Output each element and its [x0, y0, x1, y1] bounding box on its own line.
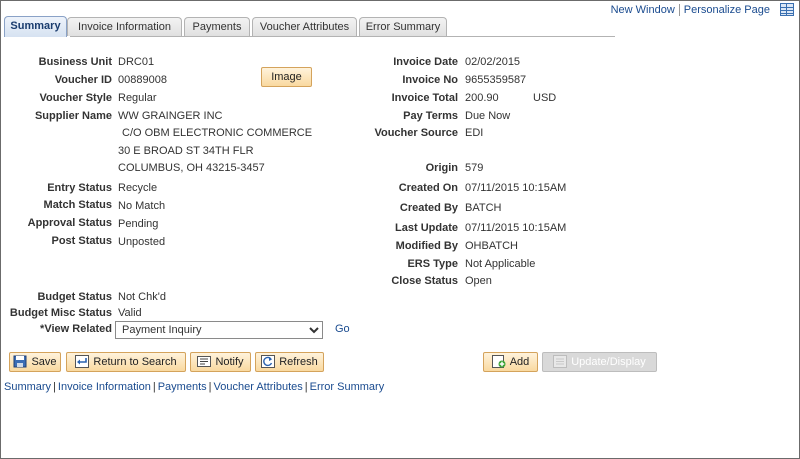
tab-label: Invoice Information	[78, 21, 171, 33]
return-to-search-button[interactable]: Return to Search	[66, 352, 186, 372]
invoice-date-label: Invoice Date	[393, 56, 458, 68]
origin-label: Origin	[425, 162, 458, 174]
modified-by-label: Modified By	[395, 240, 458, 252]
save-label: Save	[31, 356, 57, 368]
invoice-currency: USD	[533, 92, 557, 104]
entry-status-label: Entry Status	[47, 182, 112, 194]
voucher-source-value: EDI	[465, 127, 484, 139]
supplier-address-line: C/O OBM ELECTRONIC COMMERCE	[122, 127, 313, 139]
invoice-date-value: 02/02/2015	[465, 56, 521, 68]
budget-misc-status-label: Budget Misc Status	[9, 307, 112, 319]
budget-status-value: Not Chk'd	[118, 291, 166, 303]
ers-type-label: ERS Type	[407, 258, 458, 270]
tab-error-summary[interactable]: Error Summary	[359, 17, 447, 36]
link-separator	[678, 4, 680, 17]
tab-summary[interactable]: Summary	[4, 16, 67, 37]
footer-links: Summary | Invoice Information | Payments | Vou…	[4, 381, 384, 393]
voucher-id-label: Voucher ID	[54, 74, 112, 86]
budget-misc-status-value: Valid	[118, 307, 142, 319]
notify-label: Notify	[215, 356, 244, 368]
refresh-button[interactable]: Refresh	[255, 352, 324, 372]
header-links: New Window Personalize Page	[611, 4, 770, 17]
update-display-icon	[553, 354, 568, 368]
tab-invoice-information[interactable]: Invoice Information	[67, 17, 182, 36]
close-status-value: Open	[465, 275, 492, 287]
invoice-total-value: 200.90	[465, 92, 499, 104]
footer-link-invoice-information[interactable]: Invoice Information	[58, 381, 151, 393]
last-update-value: 07/11/2015 10:15AM	[465, 222, 567, 234]
refresh-label: Refresh	[279, 356, 318, 368]
add-label: Add	[509, 356, 530, 368]
pay-terms-value: Due Now	[465, 110, 511, 122]
origin-value: 579	[465, 162, 484, 174]
created-by-value: BATCH	[465, 202, 502, 214]
pay-terms-label: Pay Terms	[403, 110, 458, 122]
footer-link-voucher-attributes[interactable]: Voucher Attributes	[214, 381, 303, 393]
view-related-select[interactable]: Payment Inquiry	[115, 321, 323, 339]
supplier-address-line: 30 E BROAD ST 34TH FLR	[118, 145, 254, 157]
voucher-style-label: Voucher Style	[39, 92, 112, 104]
notify-icon	[197, 355, 212, 368]
post-status-value: Unposted	[118, 236, 166, 248]
image-button[interactable]: Image	[261, 67, 312, 87]
save-icon	[13, 355, 27, 368]
new-window-link[interactable]: New Window	[611, 4, 675, 16]
tab-voucher-attributes[interactable]: Voucher Attributes	[252, 17, 357, 36]
supplier-name-value: WW GRAINGER INC	[118, 110, 223, 122]
tab-payments[interactable]: Payments	[184, 17, 250, 36]
invoice-no-label: Invoice No	[402, 74, 458, 86]
footer-link-error-summary[interactable]: Error Summary	[310, 381, 385, 393]
personalize-page-link[interactable]: Personalize Page	[684, 4, 770, 16]
update-display-label: Update/Display	[571, 356, 646, 368]
personalize-grid-icon[interactable]	[780, 3, 794, 16]
modified-by-value: OHBATCH	[465, 240, 518, 252]
tab-underline	[70, 36, 615, 37]
tab-label: Summary	[10, 20, 61, 32]
add-button[interactable]: Add	[483, 352, 538, 372]
business-unit-label: Business Unit	[38, 56, 112, 68]
footer-separator: |	[304, 381, 308, 393]
refresh-icon	[261, 354, 276, 368]
footer-link-payments[interactable]: Payments	[158, 381, 207, 393]
post-status-label: Post Status	[51, 235, 112, 247]
save-button[interactable]: Save	[9, 352, 61, 372]
created-by-label: Created By	[399, 202, 458, 214]
footer-separator: |	[152, 381, 156, 393]
notify-button[interactable]: Notify	[190, 352, 251, 372]
view-related-label: *View Related	[40, 323, 112, 335]
match-status-value: No Match	[118, 200, 166, 212]
voucher-id-value: 00889008	[118, 74, 167, 86]
footer-link-summary[interactable]: Summary	[4, 381, 51, 393]
invoice-no-value: 9655359587	[465, 74, 527, 86]
tab-label: Payments	[192, 21, 242, 33]
go-link[interactable]: Go	[335, 323, 350, 335]
match-status-label: Match Status	[43, 199, 112, 211]
voucher-source-label: Voucher Source	[374, 127, 458, 139]
footer-separator: |	[53, 381, 56, 393]
close-status-label: Close Status	[391, 275, 458, 287]
tab-label: Error Summary	[365, 21, 441, 33]
business-unit-value: DRC01	[118, 56, 155, 68]
created-on-value: 07/11/2015 10:15AM	[465, 182, 567, 194]
footer-separator: |	[208, 381, 212, 393]
entry-status-value: Recycle	[118, 182, 158, 194]
last-update-label: Last Update	[395, 222, 458, 234]
return-to-search-label: Return to Search	[93, 356, 177, 368]
update-display-button[interactable]: Update/Display	[542, 352, 657, 372]
supplier-name-label: Supplier Name	[34, 110, 112, 122]
add-icon	[491, 354, 506, 368]
supplier-address-line: COLUMBUS, OH 43215-3457	[118, 162, 265, 174]
return-arrow-icon	[75, 354, 90, 368]
ers-type-value: Not Applicable	[465, 258, 536, 270]
invoice-total-label: Invoice Total	[391, 92, 458, 104]
created-on-label: Created On	[398, 182, 458, 194]
voucher-style-value: Regular	[118, 92, 157, 104]
approval-status-value: Pending	[118, 218, 159, 230]
tab-label: Voucher Attributes	[259, 21, 350, 33]
approval-status-label: Approval Status	[27, 217, 112, 229]
budget-status-label: Budget Status	[37, 291, 112, 303]
